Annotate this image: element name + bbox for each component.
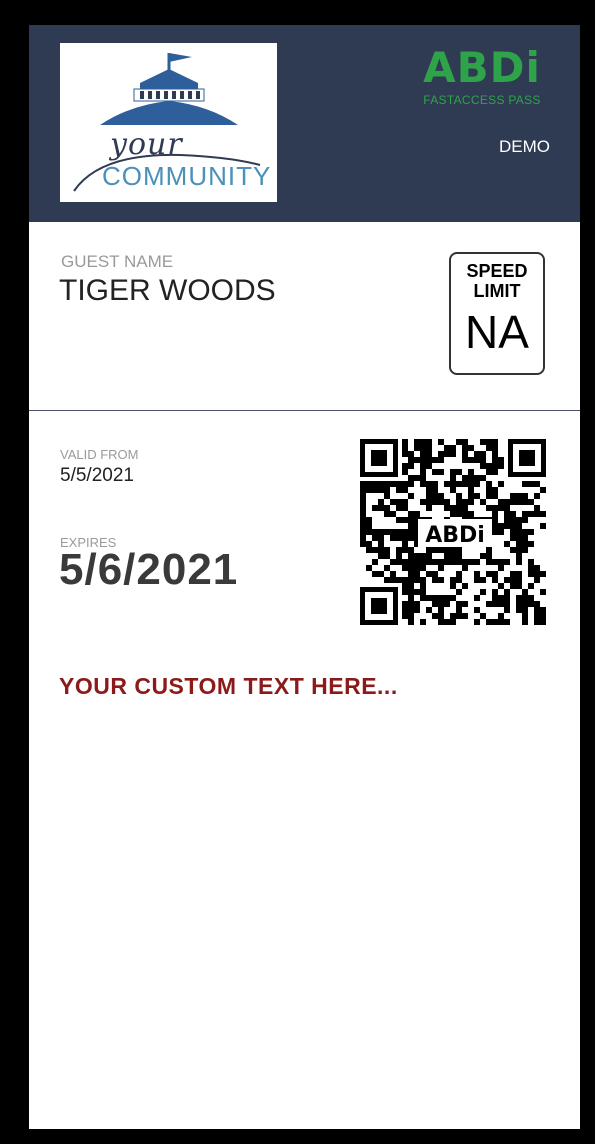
demo-label: DEMO xyxy=(499,137,550,156)
speed-limit-sign: SPEED LIMIT NA xyxy=(449,252,545,375)
guest-section: GUEST NAME TIGER WOODS SPEED LIMIT NA xyxy=(29,222,580,411)
speed-limit-title-text: SPEED LIMIT xyxy=(466,261,528,301)
speed-limit-title: SPEED LIMIT xyxy=(451,261,543,301)
guest-name: TIGER WOODS xyxy=(59,274,276,307)
abdi-brand: ABDi FASTACCESS PASS xyxy=(412,43,552,108)
community-logo: your COMMUNITY xyxy=(60,43,277,202)
qr-code-icon: ABDi xyxy=(360,439,546,625)
logo-your-text: your xyxy=(110,127,183,162)
guest-name-label: GUEST NAME xyxy=(61,252,174,271)
qr-center-label: ABDi xyxy=(425,523,485,548)
pass-header: your COMMUNITY ABDi FASTACCESS PASS DEMO xyxy=(29,25,580,222)
brand-name: ABDi xyxy=(423,43,541,92)
access-pass-card: your COMMUNITY ABDi FASTACCESS PASS DEMO… xyxy=(29,25,580,1129)
logo-community-text: COMMUNITY xyxy=(102,161,272,191)
expires-date: 5/6/2021 xyxy=(59,545,239,594)
brand-subtitle: FASTACCESS PASS xyxy=(423,93,541,107)
valid-from-label: VALID FROM xyxy=(60,447,139,462)
valid-from-date: 5/5/2021 xyxy=(60,465,134,486)
custom-text: YOUR CUSTOM TEXT HERE... xyxy=(59,673,398,699)
speed-limit-value: NA xyxy=(465,306,529,358)
